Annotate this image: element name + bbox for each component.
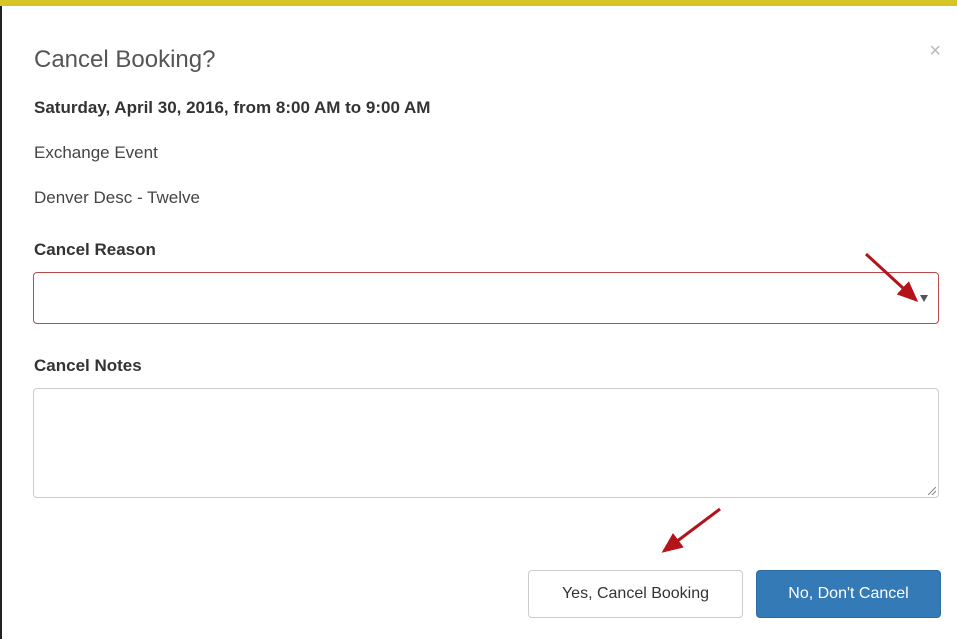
cancel-notes-label: Cancel Notes [34, 356, 142, 375]
cancel-reason-label: Cancel Reason [34, 240, 156, 259]
yes-cancel-booking-button[interactable]: Yes, Cancel Booking [528, 570, 743, 618]
caret-down-icon [920, 295, 928, 302]
event-name: Exchange Event [34, 143, 158, 162]
cancel-reason-select[interactable] [33, 272, 939, 324]
booking-date-time: Saturday, April 30, 2016, from 8:00 AM t… [34, 98, 431, 117]
close-icon[interactable]: × [929, 41, 941, 61]
no-dont-cancel-button[interactable]: No, Don't Cancel [756, 570, 941, 618]
cancel-notes-textarea[interactable] [33, 388, 939, 498]
modal-title: Cancel Booking? [34, 46, 216, 73]
cancel-booking-modal: Cancel Booking? × Saturday, April 30, 20… [2, 6, 957, 639]
resource-name: Denver Desc - Twelve [34, 188, 200, 207]
resize-grip-icon[interactable] [928, 487, 936, 495]
